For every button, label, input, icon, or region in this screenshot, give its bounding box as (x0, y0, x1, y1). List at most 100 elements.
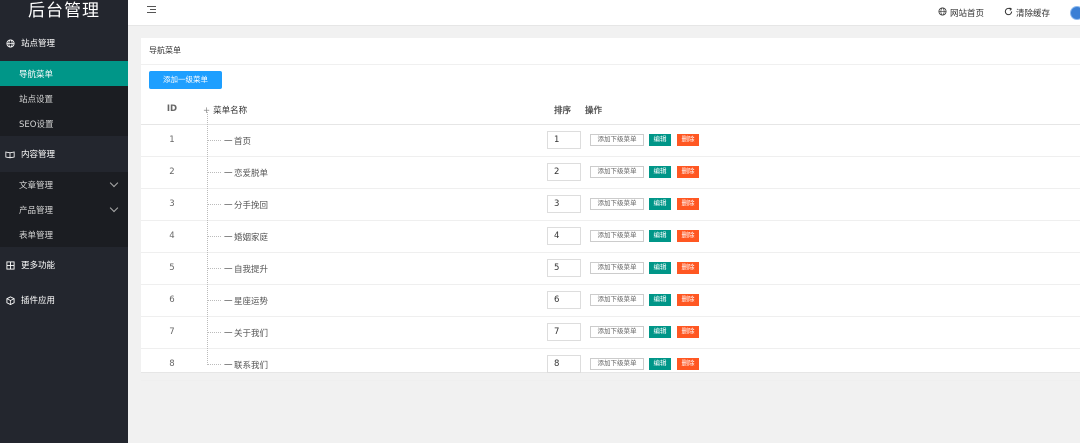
tree-line (207, 334, 208, 365)
avatar[interactable] (1070, 5, 1080, 20)
sort-input[interactable] (547, 355, 581, 373)
sort-input[interactable] (547, 195, 581, 213)
delete-button[interactable]: 删除 (677, 358, 699, 370)
sidebar-group-more[interactable]: 更多功能 (0, 247, 128, 283)
row-id: 4 (169, 231, 175, 241)
add-submenu-button[interactable]: 添加下级菜单 (590, 230, 644, 242)
row-id: 5 (169, 263, 175, 273)
sidebar-content-submenu: 文章管理 产品管理 表单管理 (0, 172, 128, 247)
sidebar-item-label: 站点设置 (19, 94, 54, 105)
sort-input[interactable] (547, 163, 581, 181)
table-row: 6 一星座运势 添加下级菜单编辑删除 (141, 270, 1080, 317)
sort-input[interactable] (547, 323, 581, 341)
table-row: 4 一婚姻家庭 添加下级菜单编辑删除 (141, 206, 1080, 253)
sidebar-item-forms[interactable]: 表单管理 (0, 222, 128, 247)
chevron-down-icon (109, 178, 119, 188)
sort-input[interactable] (547, 131, 581, 149)
table-body: 1一首页添加下级菜单编辑删除2一恋爱脱单添加下级菜单编辑删除3一分手挽回添加下级… (141, 110, 1080, 381)
tree-line (207, 174, 208, 205)
column-id: ID (166, 104, 178, 114)
edit-button[interactable]: 编辑 (649, 166, 671, 178)
edit-button[interactable]: 编辑 (649, 134, 671, 146)
sidebar-group-content[interactable]: 内容管理 (0, 136, 128, 172)
row-id: 1 (169, 135, 175, 145)
table-row: 7 一关于我们 添加下级菜单编辑删除 (141, 302, 1080, 349)
sort-input[interactable] (547, 227, 581, 245)
add-submenu-button[interactable]: 添加下级菜单 (590, 166, 644, 178)
column-name: + 菜单名称 (203, 104, 247, 116)
delete-button[interactable]: 删除 (677, 326, 699, 338)
row-id: 6 (169, 295, 175, 305)
delete-button[interactable]: 删除 (677, 262, 699, 274)
add-submenu-button[interactable]: 添加下级菜单 (590, 134, 644, 146)
delete-button[interactable]: 删除 (677, 134, 699, 146)
tree-dash: 一 (224, 169, 233, 179)
edit-button[interactable]: 编辑 (649, 294, 671, 306)
sort-input[interactable] (547, 291, 581, 309)
delete-button[interactable]: 删除 (677, 294, 699, 306)
tree-line (207, 364, 221, 365)
table-row: 8 一联系我们 添加下级菜单编辑删除 (141, 334, 1080, 381)
tree-dash: 一 (224, 361, 233, 371)
edit-button[interactable]: 编辑 (649, 326, 671, 338)
nav-menu-card: 导航菜单 添加一级菜单 ID +菜单名称 排序 操作 1一首页添加下级菜单编辑删… (141, 38, 1080, 381)
sidebar-group-site[interactable]: 站点管理 (0, 25, 128, 61)
menu-name: 星座运势 (234, 297, 269, 307)
clear-cache-label: 清除缓存 (1015, 8, 1050, 19)
sidebar-item-label: 表单管理 (19, 230, 54, 241)
site-home-link[interactable]: 网站首页 (938, 6, 984, 19)
tree-dash: 一 (224, 137, 233, 147)
site-home-label: 网站首页 (949, 8, 984, 19)
column-name-label: 菜单名称 (213, 106, 248, 116)
sidebar-item-products[interactable]: 产品管理 (0, 197, 128, 222)
tree-line (207, 110, 208, 141)
tree-line (207, 172, 221, 173)
clear-cache-link[interactable]: 清除缓存 (1004, 7, 1050, 19)
add-top-menu-button[interactable]: 添加一级菜单 (149, 71, 222, 89)
menu-name: 自我提升 (234, 265, 269, 275)
edit-button[interactable]: 编辑 (649, 358, 671, 370)
row-id: 2 (169, 167, 175, 177)
sidebar-item-nav-menu[interactable]: 导航菜单 (0, 61, 128, 86)
sidebar-item-site-settings[interactable]: 站点设置 (0, 86, 128, 111)
tree-dash: 一 (224, 233, 233, 243)
sidebar-item-label: 产品管理 (19, 205, 54, 216)
edit-button[interactable]: 编辑 (649, 262, 671, 274)
delete-button[interactable]: 删除 (677, 166, 699, 178)
table-row: 5 一自我提升 添加下级菜单编辑删除 (141, 238, 1080, 285)
sidebar-group-plugins[interactable]: 插件应用 (0, 283, 128, 317)
tree-line (207, 204, 221, 205)
sidebar-item-articles[interactable]: 文章管理 (0, 172, 128, 197)
cube-icon (5, 295, 15, 305)
add-submenu-button[interactable]: 添加下级菜单 (590, 262, 644, 274)
add-submenu-button[interactable]: 添加下级菜单 (590, 326, 644, 338)
menu-tree-table: ID +菜单名称 排序 操作 1一首页添加下级菜单编辑删除2一恋爱脱单添加下级菜… (141, 96, 1080, 381)
tree-line (207, 268, 221, 269)
header-actions: 网站首页 清除缓存 (938, 0, 1080, 25)
tree-line (207, 206, 208, 237)
edit-button[interactable]: 编辑 (649, 198, 671, 210)
add-submenu-button[interactable]: 添加下级菜单 (590, 294, 644, 306)
sidebar-item-label: 文章管理 (19, 180, 54, 191)
table-header: ID + 菜单名称 排序 操作 (141, 96, 1080, 125)
menu-name: 关于我们 (234, 329, 269, 339)
edit-button[interactable]: 编辑 (649, 230, 671, 242)
delete-button[interactable]: 删除 (677, 230, 699, 242)
tree-line (207, 142, 208, 173)
add-submenu-button[interactable]: 添加下级菜单 (590, 358, 644, 370)
app-icon (5, 260, 15, 270)
menu-fold-icon[interactable] (147, 6, 157, 15)
row-id: 7 (169, 327, 175, 337)
sidebar-group-label: 更多功能 (21, 261, 56, 271)
sidebar-item-seo-settings[interactable]: SEO设置 (0, 111, 128, 136)
tree-line (207, 238, 208, 269)
sidebar-group-label: 插件应用 (21, 296, 56, 306)
menu-name: 分手挽回 (234, 201, 269, 211)
sidebar-item-label: 导航菜单 (19, 69, 54, 80)
sort-input[interactable] (547, 259, 581, 277)
tree-line (207, 300, 221, 301)
tree-dash: 一 (224, 265, 233, 275)
delete-button[interactable]: 删除 (677, 198, 699, 210)
add-submenu-button[interactable]: 添加下级菜单 (590, 198, 644, 210)
tree-line (207, 140, 221, 141)
